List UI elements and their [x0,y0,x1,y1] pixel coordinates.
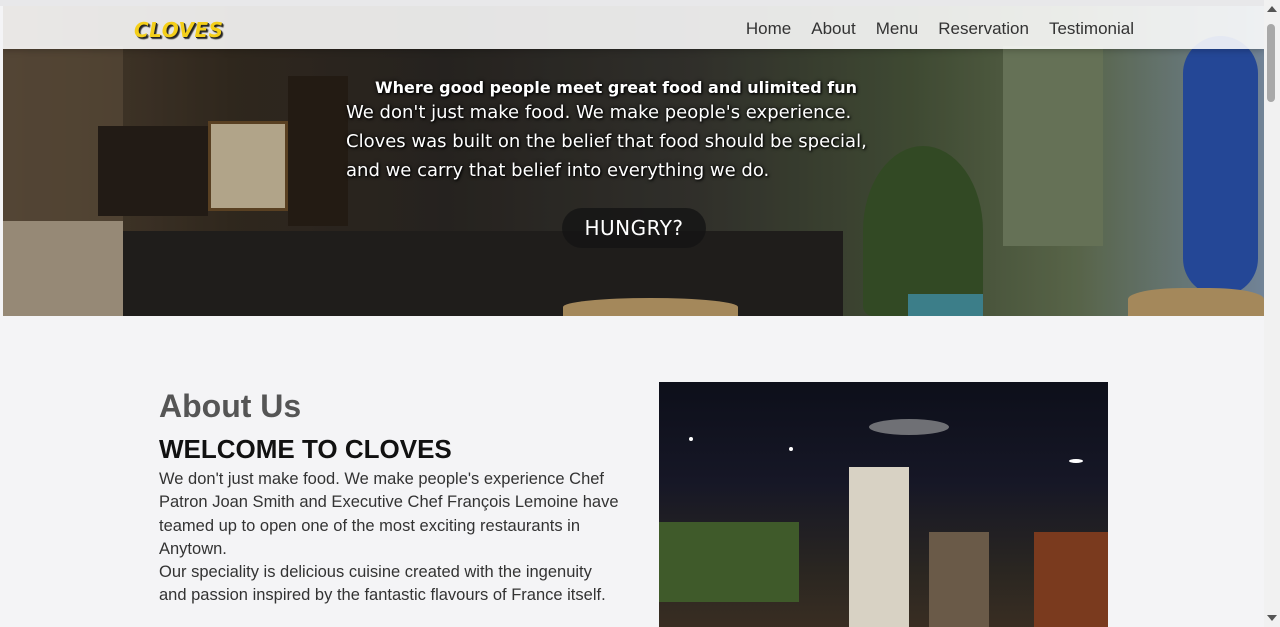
nav-link-testimonial[interactable]: Testimonial [1049,19,1134,39]
restaurant-interior-image [659,382,1108,627]
scrollbar-thumb[interactable] [1267,24,1275,102]
nav-link-home[interactable]: Home [746,19,791,39]
image-light-1 [689,437,693,441]
page-viewport: Where good people meet great food and ul… [3,6,1264,627]
about-text: We don't just make food. We make people'… [159,468,619,608]
image-brick-wall [929,532,989,627]
nav-link-reservation[interactable]: Reservation [938,19,1029,39]
scroll-up-icon[interactable] [1267,6,1277,12]
hero-text-block: Where good people meet great food and ul… [346,78,946,185]
hero-section: Where good people meet great food and ul… [3,6,1264,316]
navbar: CLOVES Home About Menu Reservation Testi… [3,6,1264,49]
nav-link-menu[interactable]: Menu [876,19,919,39]
hungry-button[interactable]: HUNGRY? [562,208,706,248]
about-paragraph-1: We don't just make food. We make people'… [159,470,619,558]
image-pillar [849,467,909,627]
about-paragraph-2: Our speciality is delicious cuisine crea… [159,563,606,605]
hero-tagline: Where good people meet great food and ul… [374,78,858,97]
scroll-down-icon[interactable] [1267,615,1277,621]
nav-links: Home About Menu Reservation Testimonial [746,19,1134,39]
hero-line-3: and we carry that belief into everything… [346,160,770,181]
image-light-3 [1069,459,1083,463]
about-section: About Us WELCOME TO CLOVES We don't just… [3,316,1264,627]
nav-link-about[interactable]: About [811,19,855,39]
hero-line-2: Cloves was built on the belief that food… [346,131,867,152]
about-heading: About Us [159,388,302,424]
page-scrollbar[interactable] [1264,0,1280,627]
about-subheading: WELCOME TO CLOVES [159,434,452,464]
hero-line-1: We don't just make food. We make people'… [346,102,852,123]
image-light-2 [789,447,793,451]
image-flowers [1034,532,1108,627]
image-plants [659,522,799,602]
image-ceiling-vent [869,419,949,435]
site-logo[interactable]: CLOVES [134,18,224,42]
